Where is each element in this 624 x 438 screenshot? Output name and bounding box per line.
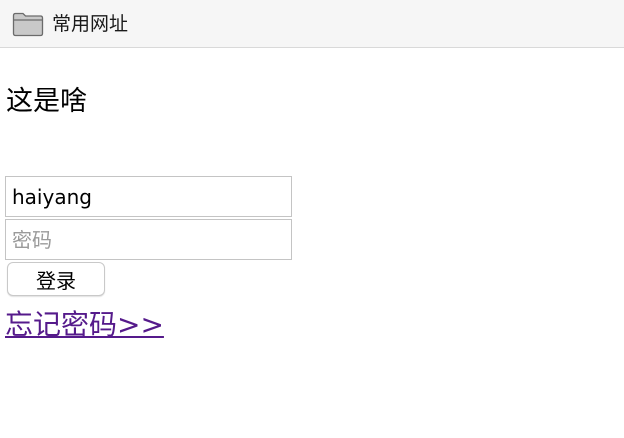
password-input[interactable] [5,219,292,260]
login-button[interactable]: 登录 [7,262,105,296]
folder-icon[interactable] [12,11,44,37]
bookmarks-bar: 常用网址 [0,0,624,48]
page-heading: 这是啥 [6,86,87,117]
forgot-password-link[interactable]: 忘记密码>> [5,305,164,345]
bookmark-folder-label[interactable]: 常用网址 [52,12,128,36]
username-input[interactable] [5,176,292,217]
